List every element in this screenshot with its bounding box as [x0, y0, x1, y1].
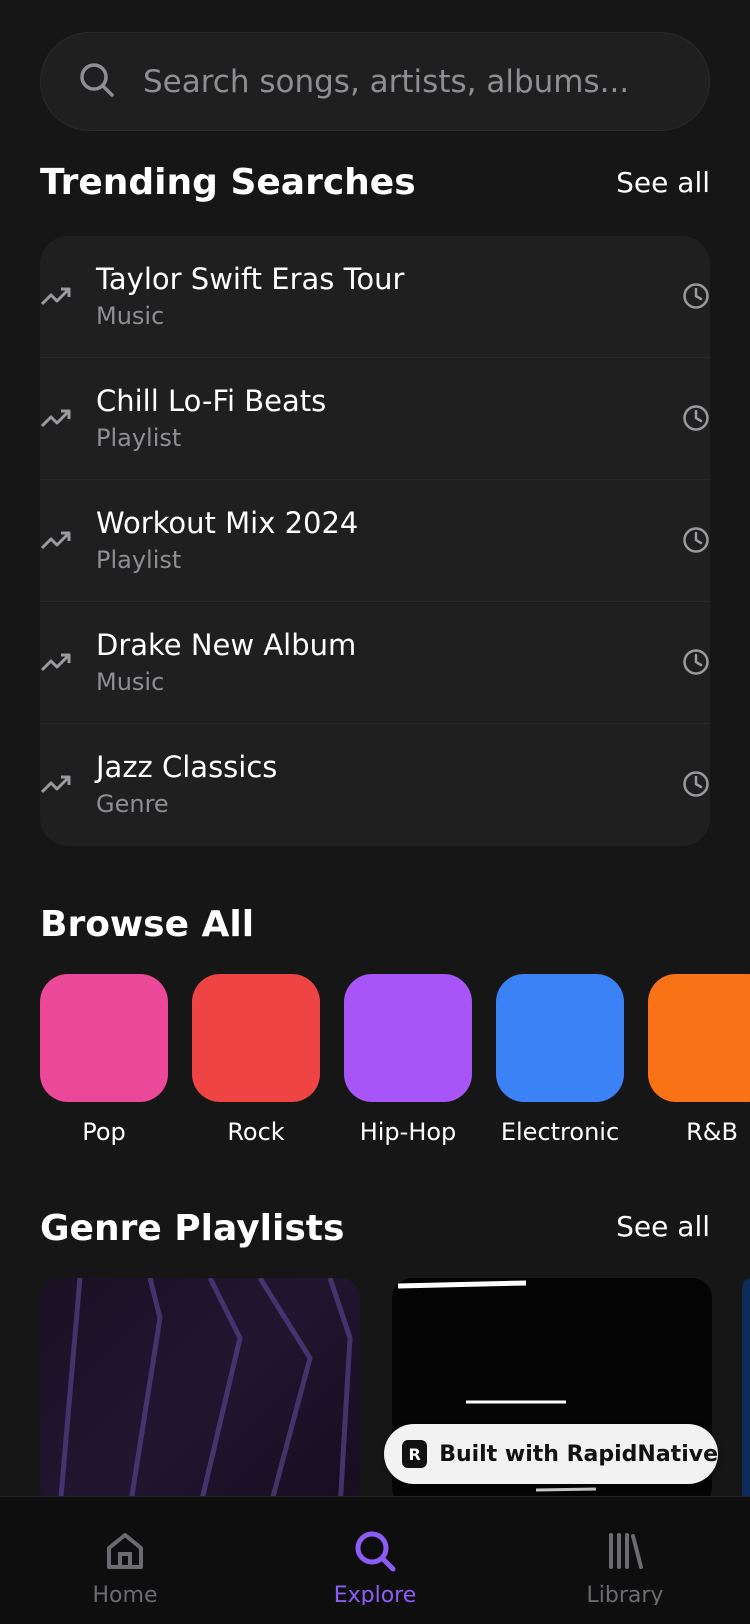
- tab-label: Home: [92, 1583, 158, 1605]
- trending-item-type: Playlist: [96, 546, 182, 574]
- genre-label: R&B: [686, 1118, 738, 1146]
- playlist-cover-image: [57, 1278, 353, 1508]
- search-input[interactable]: Search songs, artists, albums...: [143, 64, 629, 100]
- clock-icon: [682, 282, 710, 310]
- rapidnative-logo-icon: R: [402, 1440, 428, 1468]
- trending-up-icon: [40, 770, 72, 798]
- genre-playlists-title: Genre Playlists: [40, 1208, 345, 1249]
- list-item[interactable]: Jazz Classics Genre: [40, 724, 710, 846]
- genre-label: Electronic: [500, 1118, 620, 1146]
- trending-item-title: Workout Mix 2024: [96, 506, 359, 540]
- genre-label: Rock: [227, 1118, 285, 1146]
- trending-up-icon: [40, 648, 72, 676]
- genre-tile: [344, 974, 472, 1102]
- trending-item-type: Playlist: [96, 424, 182, 452]
- trending-up-icon: [40, 404, 72, 432]
- tab-label: Library: [586, 1583, 664, 1605]
- tab-label: Explore: [333, 1583, 417, 1605]
- playlist-card[interactable]: [40, 1278, 360, 1508]
- genre-label: Hip-Hop: [359, 1118, 457, 1146]
- genre-rock[interactable]: Rock: [192, 974, 320, 1146]
- trending-item-type: Genre: [96, 790, 169, 818]
- clock-icon: [682, 648, 710, 676]
- search-icon: [300, 1527, 450, 1575]
- clock-icon: [682, 526, 710, 554]
- genre-rnb[interactable]: R&B: [648, 974, 750, 1146]
- genre-tile: [496, 974, 624, 1102]
- trending-see-all-link[interactable]: See all: [616, 166, 710, 199]
- trending-item-title: Drake New Album: [96, 628, 357, 662]
- trending-up-icon: [40, 282, 72, 310]
- genre-tile: [40, 974, 168, 1102]
- library-icon: [550, 1527, 700, 1575]
- tab-explore[interactable]: Explore: [300, 1527, 450, 1605]
- badge-text: Built with RapidNative: [439, 1441, 718, 1467]
- genre-electronic[interactable]: Electronic: [496, 974, 624, 1146]
- genre-pop[interactable]: Pop: [40, 974, 168, 1146]
- genre-label: Pop: [82, 1118, 126, 1146]
- genre-playlists-see-all-link[interactable]: See all: [616, 1210, 710, 1243]
- search-icon: [77, 60, 117, 104]
- genre-tile: [648, 974, 750, 1102]
- trending-item-title: Taylor Swift Eras Tour: [96, 262, 405, 296]
- trending-up-icon: [40, 526, 72, 554]
- trending-list: Taylor Swift Eras Tour Music Chill Lo-Fi…: [40, 236, 710, 846]
- clock-icon: [682, 404, 710, 432]
- genre-tile: [192, 974, 320, 1102]
- list-item[interactable]: Workout Mix 2024 Playlist: [40, 480, 710, 602]
- trending-item-title: Jazz Classics: [96, 750, 278, 784]
- list-item[interactable]: Drake New Album Music: [40, 602, 710, 724]
- bottom-tab-bar: Home Explore Library: [0, 1496, 750, 1624]
- list-item[interactable]: Chill Lo-Fi Beats Playlist: [40, 358, 710, 480]
- clock-icon: [682, 770, 710, 798]
- trending-item-type: Music: [96, 302, 165, 330]
- built-with-badge[interactable]: R Built with RapidNative: [384, 1424, 718, 1484]
- list-item[interactable]: Taylor Swift Eras Tour Music: [40, 236, 710, 358]
- home-icon: [50, 1527, 200, 1575]
- genre-carousel[interactable]: Pop Rock Hip-Hop Electronic R&B: [40, 974, 750, 1154]
- genre-hip-hop[interactable]: Hip-Hop: [344, 974, 472, 1146]
- search-bar[interactable]: Search songs, artists, albums...: [40, 32, 710, 131]
- trending-item-title: Chill Lo-Fi Beats: [96, 384, 327, 418]
- playlist-card[interactable]: [742, 1278, 750, 1508]
- tab-library[interactable]: Library: [550, 1527, 700, 1605]
- trending-title: Trending Searches: [40, 162, 416, 203]
- tab-home[interactable]: Home: [50, 1527, 200, 1605]
- trending-item-type: Music: [96, 668, 165, 696]
- browse-all-title: Browse All: [40, 904, 255, 945]
